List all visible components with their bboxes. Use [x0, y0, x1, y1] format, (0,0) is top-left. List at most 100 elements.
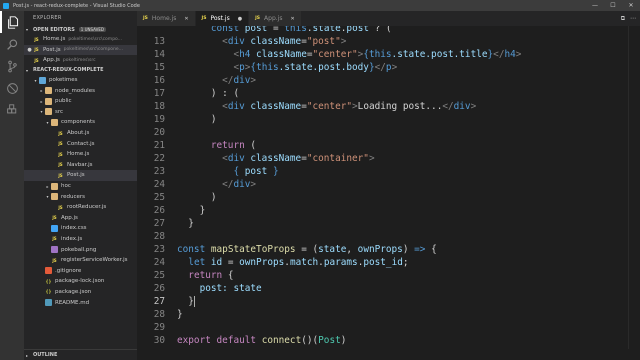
project-section[interactable]: ▾ REACT-REDUX-COMPLETE [24, 66, 137, 75]
code-line[interactable]: 30 export default connect()(Post) [137, 334, 640, 347]
code-line[interactable]: 29 [137, 321, 640, 334]
unsaved-dot-icon[interactable]: ● [26, 47, 33, 53]
code-line[interactable]: 27 } [137, 217, 640, 230]
more-actions-icon[interactable]: ⋯ [630, 15, 636, 22]
chevron-down-icon: ▾ [46, 119, 49, 125]
file-tree-item[interactable]: ▾ poketimes [24, 75, 137, 86]
open-editor-item[interactable]: JS Home.js pokeltimes\src\compo... [24, 34, 137, 45]
close-icon[interactable]: ✕ [290, 16, 294, 22]
file-tree-item[interactable]: JS App.js [24, 213, 137, 224]
split-editor-icon[interactable]: ⧉ [621, 15, 625, 23]
code-token: "post" [306, 36, 341, 47]
tab-app-js[interactable]: JS App.js ✕ [249, 11, 302, 26]
file-name: node_modules [55, 87, 95, 94]
code-line[interactable]: 22 <div className="container"> [137, 152, 640, 165]
code-token: "container" [306, 153, 369, 164]
line-number: 28 [153, 231, 165, 242]
outline-section[interactable]: ▸ OUTLINE [24, 349, 137, 360]
code-token: } [177, 309, 183, 320]
file-tree-item[interactable]: ▾ reducers [24, 191, 137, 202]
folder-icon [51, 182, 58, 190]
code-token: { [222, 270, 234, 281]
code-line[interactable]: 17 ) : ( [137, 87, 640, 100]
file-tree-item[interactable]: JS Navbar.js [24, 160, 137, 171]
code-token: > [250, 75, 257, 86]
code-line[interactable]: 24 </div> [137, 178, 640, 191]
code-token: post [346, 26, 369, 34]
js-file-icon: JS [58, 151, 63, 157]
code-line[interactable]: 18 <div className="center">Loading post.… [137, 100, 640, 113]
editor-bottom-area [137, 349, 640, 360]
explorer-activity-button[interactable] [0, 11, 24, 33]
code-line[interactable]: 28 [137, 230, 640, 243]
unsaved-dot-icon[interactable]: ● [238, 16, 242, 22]
code-line[interactable]: 21 return ( [137, 139, 640, 152]
file-tree-item[interactable]: JS Home.js [24, 149, 137, 160]
file-tree-item[interactable]: JS index.js [24, 234, 137, 245]
settings-gear-icon[interactable] [0, 349, 24, 360]
code-line[interactable]: 13 <div className="post"> [137, 35, 640, 48]
file-tree-item[interactable]: {} package-lock.json [24, 276, 137, 287]
code-token: match [289, 257, 319, 268]
open-editor-item[interactable]: ● JS Post.js pokeltimes\src\compone... [24, 44, 137, 56]
file-tree-item[interactable]: {} package.json [24, 287, 137, 298]
code-token: } [177, 218, 194, 229]
minimize-button[interactable]: — [586, 0, 604, 11]
code-line[interactable]: 19 ) [137, 113, 640, 126]
open-editor-item[interactable]: JS App.js pokeltimes\src [24, 55, 137, 66]
file-name: pokeball.png [61, 246, 97, 253]
tab-home-js[interactable]: JS Home.js ✕ [137, 11, 196, 26]
debug-activity-button[interactable] [0, 77, 24, 99]
code-line[interactable]: 15 <p>{this.state.post.body}</p> [137, 61, 640, 74]
close-window-button[interactable]: ✕ [622, 0, 640, 11]
file-tree-item[interactable]: index.css [24, 223, 137, 234]
file-tree-item[interactable]: JS Post.js [24, 170, 137, 181]
code-line[interactable]: 26 } [137, 204, 640, 217]
file-tree-item[interactable]: JS rootReducer.js [24, 202, 137, 213]
js-file-icon: JS [201, 16, 207, 21]
no-bug-icon [6, 82, 18, 94]
code-line[interactable]: 16 </div> [137, 74, 640, 87]
file-tree-item[interactable]: ▸ node_modules [24, 85, 137, 96]
code-line[interactable]: 26 post: state [137, 282, 640, 295]
file-tree-item[interactable]: ▸ public [24, 96, 137, 107]
file-tree-item[interactable]: JS About.js [24, 128, 137, 139]
code-line[interactable]: 24 let id = ownProps.match.params.post_i… [137, 256, 640, 269]
code-line[interactable]: 25 ) [137, 191, 640, 204]
code-line[interactable]: 20 [137, 126, 640, 139]
code-line[interactable]: const post = this.state.post ? ( [137, 26, 640, 35]
code-token: { [425, 244, 437, 255]
code-line[interactable]: 14 <h4 className="center">{this.state.po… [137, 48, 640, 61]
maximize-button[interactable]: ☐ [604, 0, 622, 11]
code-line[interactable]: 23 { post } [137, 165, 640, 178]
code-token: const [210, 26, 240, 34]
file-tree-item[interactable]: JS registerServiceWorker.js [24, 255, 137, 266]
line-number: 23 [153, 244, 165, 255]
file-tree-item[interactable]: ▸ hoc [24, 181, 137, 192]
extensions-activity-button[interactable] [0, 99, 24, 121]
file-tree-item[interactable]: README.md [24, 297, 137, 308]
open-editors-section[interactable]: ▾ OPEN EDITORS 1 UNSAVED [24, 25, 137, 34]
title-bar: Post.js - react-redux-complete - Visual … [0, 0, 640, 11]
tab-post-js[interactable]: JS Post.js ● [195, 11, 250, 26]
file-tree-item[interactable]: pokeball.png [24, 244, 137, 255]
code-line[interactable]: 27 } [137, 295, 640, 308]
code-line[interactable]: 23 const mapStateToProps = (state, ownPro… [137, 243, 640, 256]
file-tree-item[interactable]: JS Contact.js [24, 138, 137, 149]
chevron-right-icon: ▸ [40, 88, 43, 94]
code-editor[interactable]: const post = this.state.post ? (13 <div … [137, 26, 640, 349]
file-tree-item[interactable]: ▾ components [24, 117, 137, 128]
code-token: , [346, 244, 358, 255]
close-icon[interactable]: ✕ [184, 16, 188, 22]
code-token: } [177, 296, 194, 307]
vscode-logo-icon [3, 2, 9, 9]
file-tree-item[interactable]: .gitignore [24, 265, 137, 276]
code-line[interactable]: 25 return { [137, 269, 640, 282]
git-file-icon [45, 267, 52, 275]
code-line[interactable]: 28} [137, 308, 640, 321]
source-control-activity-button[interactable] [0, 55, 24, 77]
file-tree-item[interactable]: ▾ src [24, 107, 137, 118]
code-token: h4 [239, 49, 251, 60]
code-token: post [244, 166, 268, 177]
search-activity-button[interactable] [0, 33, 24, 55]
